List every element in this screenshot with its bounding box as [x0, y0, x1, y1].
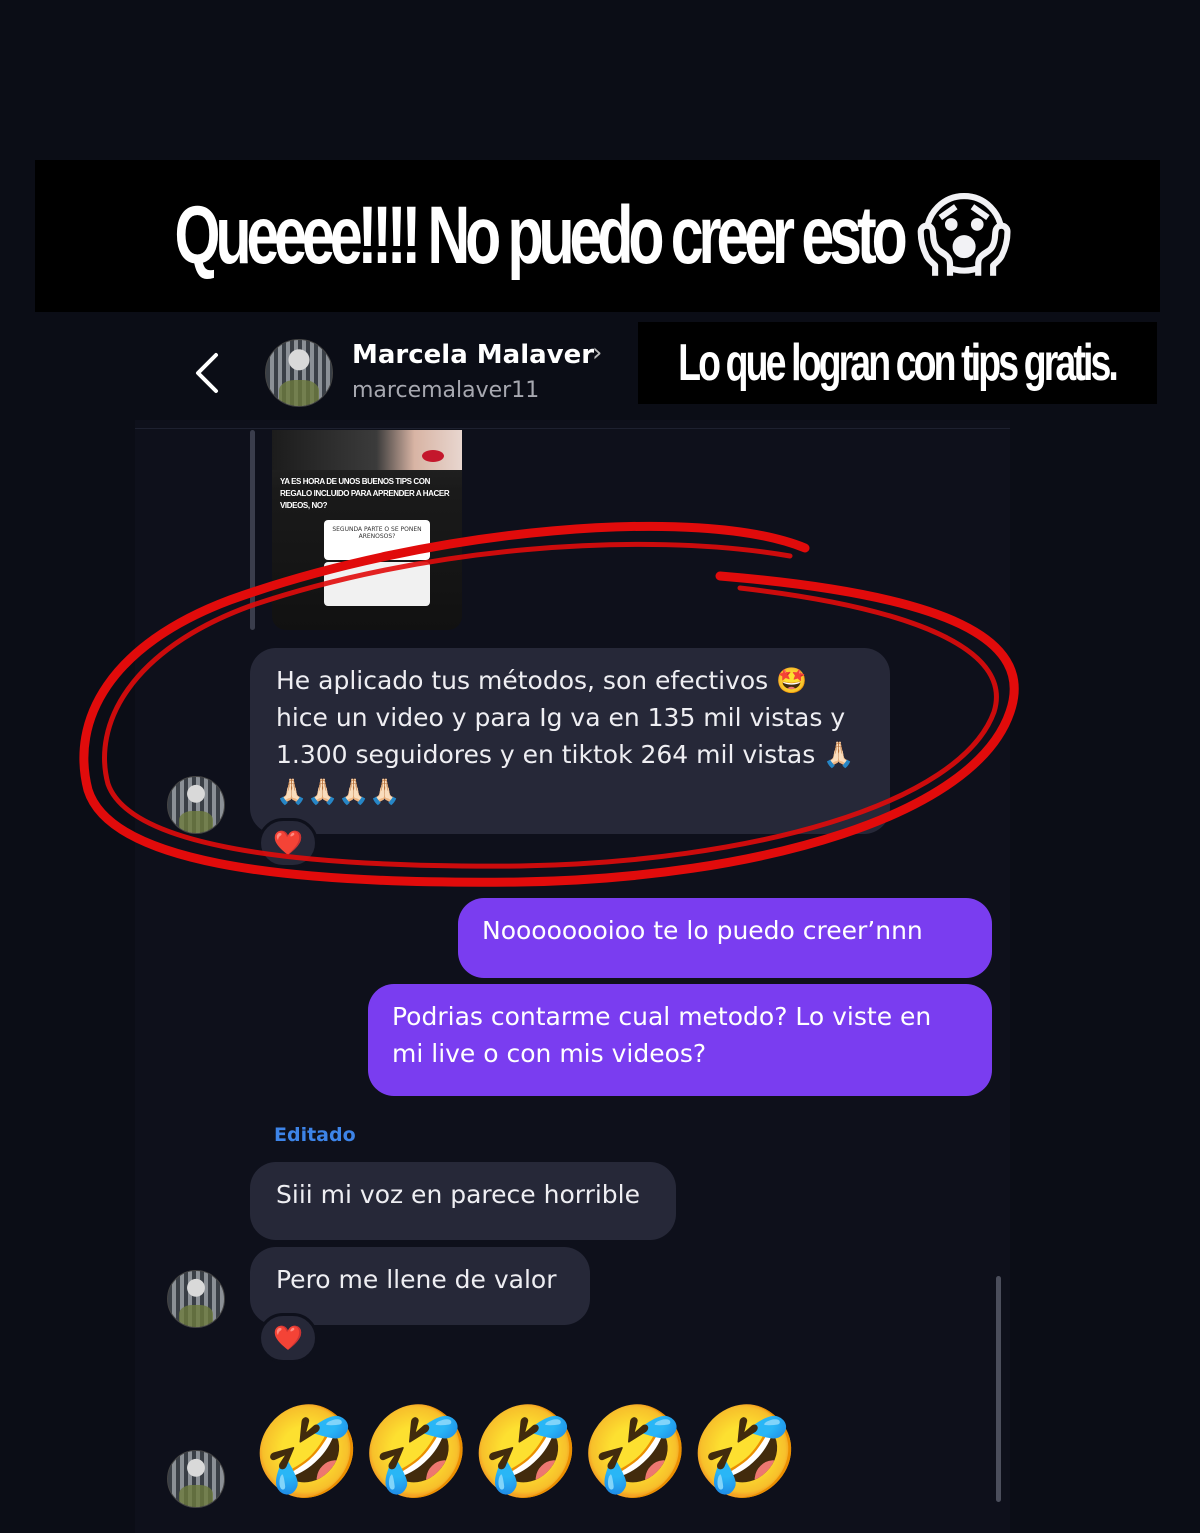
incoming-message[interactable]: He aplicado tus métodos, son efectivos 🤩…: [250, 648, 890, 834]
contact-username: marcemalaver11: [352, 378, 540, 403]
header-divider: [135, 428, 1010, 429]
heart-icon: ❤️: [273, 1324, 303, 1352]
story-photo-detail: [422, 450, 444, 462]
scrollbar[interactable]: [996, 1276, 1001, 1502]
edited-label: Editado: [274, 1124, 356, 1146]
incoming-message[interactable]: Pero me llene de valor: [250, 1247, 590, 1325]
subheadline-text: Lo que logran con tips gratis.: [678, 334, 1120, 392]
scream-emoji: 😱: [916, 182, 1013, 289]
outgoing-message[interactable]: Podrias contarme cual metodo? Lo viste e…: [368, 984, 992, 1096]
message-text: He aplicado tus métodos, son efectivos 🤩…: [276, 666, 855, 806]
message-text: Pero me llene de valor: [276, 1265, 557, 1294]
sender-avatar[interactable]: [167, 776, 225, 834]
sender-avatar[interactable]: [167, 1450, 225, 1508]
message-text: Noooooooioo te lo puedo creer’nnn: [482, 916, 923, 945]
reaction-badge[interactable]: ❤️: [258, 1313, 318, 1363]
story-reply-thumbnail[interactable]: YA ES HORA DE UNOS BUENOS TIPS CON REGAL…: [272, 430, 462, 630]
chevron-right-icon[interactable]: ›: [592, 338, 602, 368]
back-button[interactable]: [188, 345, 228, 401]
contact-avatar[interactable]: [265, 339, 333, 407]
headline-banner: Queeee!!!! No puedo creer esto 😱: [35, 160, 1160, 312]
sender-avatar[interactable]: [167, 1270, 225, 1328]
contact-name[interactable]: Marcela Malaver: [352, 340, 594, 370]
emoji-message[interactable]: 🤣🤣🤣🤣🤣: [252, 1402, 800, 1502]
chevron-left-icon: [196, 353, 218, 393]
outgoing-message[interactable]: Noooooooioo te lo puedo creer’nnn: [458, 898, 992, 978]
story-headline: YA ES HORA DE UNOS BUENOS TIPS CON REGAL…: [280, 477, 450, 510]
subheadline-banner: Lo que logran con tips gratis.: [638, 322, 1157, 404]
message-text: Siii mi voz en parece horrible: [276, 1180, 641, 1209]
reaction-badge[interactable]: ❤️: [258, 818, 318, 868]
message-text: Podrias contarme cual metodo? Lo viste e…: [392, 1002, 932, 1068]
story-question-card: SEGUNDA PARTE O SE PONEN ARENOSOS?: [324, 520, 430, 560]
headline-text: Queeee!!!! No puedo creer esto: [174, 190, 908, 281]
story-poll-card: [324, 562, 430, 606]
reply-indicator-line: [250, 430, 255, 630]
heart-icon: ❤️: [273, 829, 303, 857]
incoming-message[interactable]: Siii mi voz en parece horrible: [250, 1162, 676, 1240]
